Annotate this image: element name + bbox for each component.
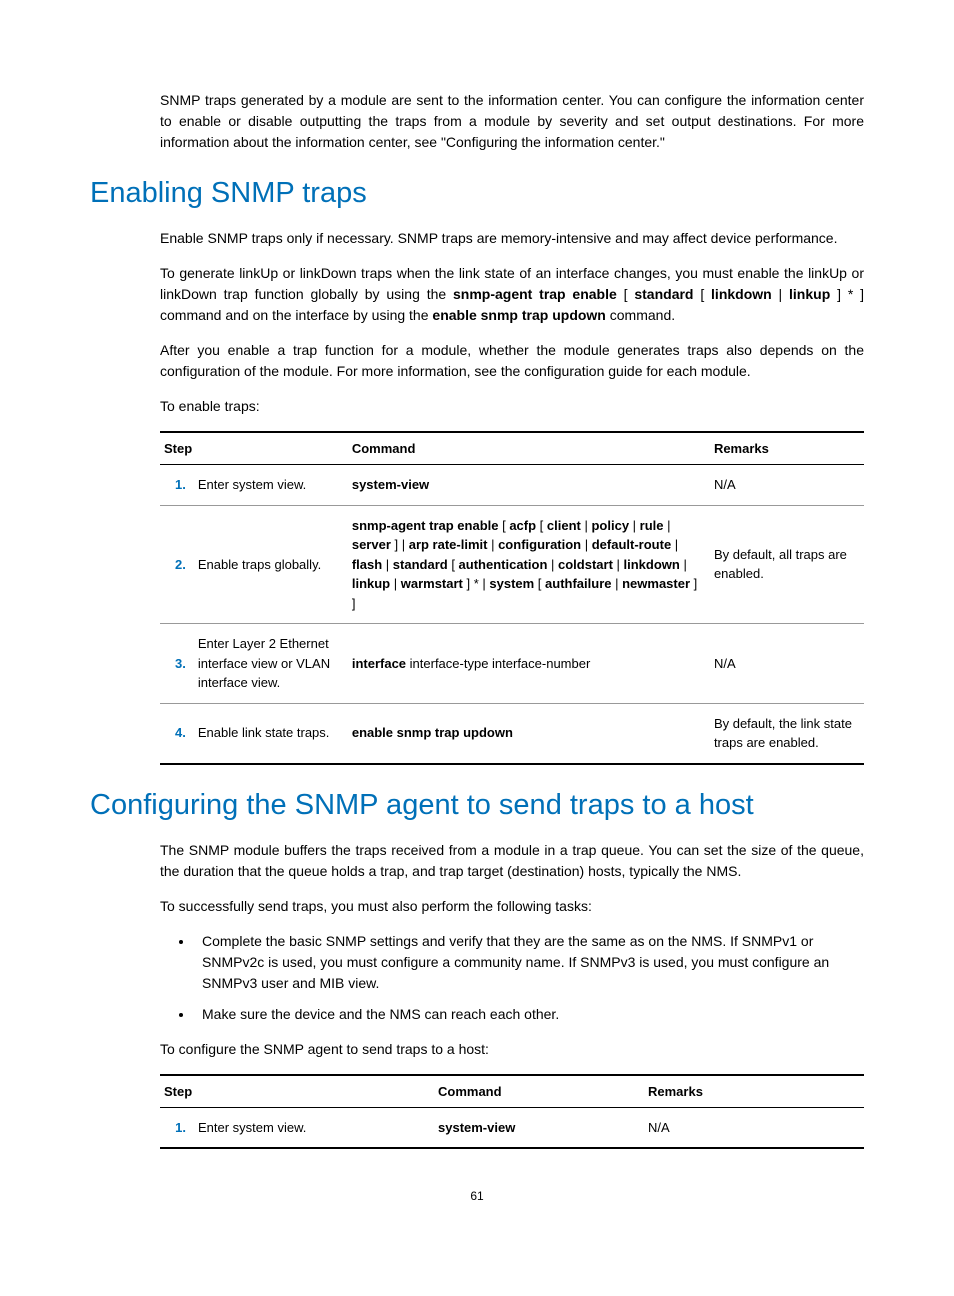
step-remarks: N/A: [644, 1107, 864, 1148]
table-row: 2. Enable traps globally. snmp-agent tra…: [160, 505, 864, 624]
th-command: Command: [348, 432, 710, 465]
section1-p1: Enable SNMP traps only if necessary. SNM…: [160, 228, 864, 249]
section1-body: Enable SNMP traps only if necessary. SNM…: [160, 228, 864, 765]
table-row: 1. Enter system view. system-view N/A: [160, 465, 864, 506]
section2-body: The SNMP module buffers the traps receiv…: [160, 840, 864, 1150]
step-text: Enter system view.: [194, 1107, 434, 1148]
th-command: Command: [434, 1075, 644, 1108]
step-remarks: N/A: [710, 624, 864, 704]
page-number: 61: [90, 1189, 864, 1203]
step-command: enable snmp trap updown: [348, 703, 710, 764]
section2-p3: To configure the SNMP agent to send trap…: [160, 1039, 864, 1060]
step-text: Enable link state traps.: [194, 703, 348, 764]
section2-p1: The SNMP module buffers the traps receiv…: [160, 840, 864, 882]
table-row: 1. Enter system view. system-view N/A: [160, 1107, 864, 1148]
intro-paragraph: SNMP traps generated by a module are sen…: [160, 90, 864, 153]
step-num: 1.: [160, 1107, 194, 1148]
step-num: 1.: [160, 465, 194, 506]
section1-p2: To generate linkUp or linkDown traps whe…: [160, 263, 864, 326]
step-num: 4.: [160, 703, 194, 764]
step-remarks: N/A: [710, 465, 864, 506]
list-item: Complete the basic SNMP settings and ver…: [194, 931, 864, 994]
list-item: Make sure the device and the NMS can rea…: [194, 1004, 864, 1025]
step-num: 2.: [160, 505, 194, 624]
table-row: 4. Enable link state traps. enable snmp …: [160, 703, 864, 764]
th-remarks: Remarks: [710, 432, 864, 465]
heading-enabling-snmp-traps: Enabling SNMP traps: [90, 177, 864, 210]
step-command: system-view: [434, 1107, 644, 1148]
step-command: interface interface-type interface-numbe…: [348, 624, 710, 704]
table-enable-traps: Step Command Remarks 1. Enter system vie…: [160, 431, 864, 765]
table-row: 3. Enter Layer 2 Ethernet interface view…: [160, 624, 864, 704]
page: SNMP traps generated by a module are sen…: [0, 0, 954, 1243]
step-text: Enable traps globally.: [194, 505, 348, 624]
section1-p3: After you enable a trap function for a m…: [160, 340, 864, 382]
th-step: Step: [160, 432, 348, 465]
step-remarks: By default, all traps are enabled.: [710, 505, 864, 624]
intro-block: SNMP traps generated by a module are sen…: [160, 90, 864, 153]
step-text: Enter Layer 2 Ethernet interface view or…: [194, 624, 348, 704]
section1-p4: To enable traps:: [160, 396, 864, 417]
step-remarks: By default, the link state traps are ena…: [710, 703, 864, 764]
section2-p2: To successfully send traps, you must als…: [160, 896, 864, 917]
step-text: Enter system view.: [194, 465, 348, 506]
step-command: snmp-agent trap enable [ acfp [ client |…: [348, 505, 710, 624]
th-step: Step: [160, 1075, 434, 1108]
step-command: system-view: [348, 465, 710, 506]
step-num: 3.: [160, 624, 194, 704]
th-remarks: Remarks: [644, 1075, 864, 1108]
heading-configure-snmp-agent: Configuring the SNMP agent to send traps…: [90, 789, 864, 822]
table-send-traps: Step Command Remarks 1. Enter system vie…: [160, 1074, 864, 1150]
section2-bullets: Complete the basic SNMP settings and ver…: [160, 931, 864, 1025]
